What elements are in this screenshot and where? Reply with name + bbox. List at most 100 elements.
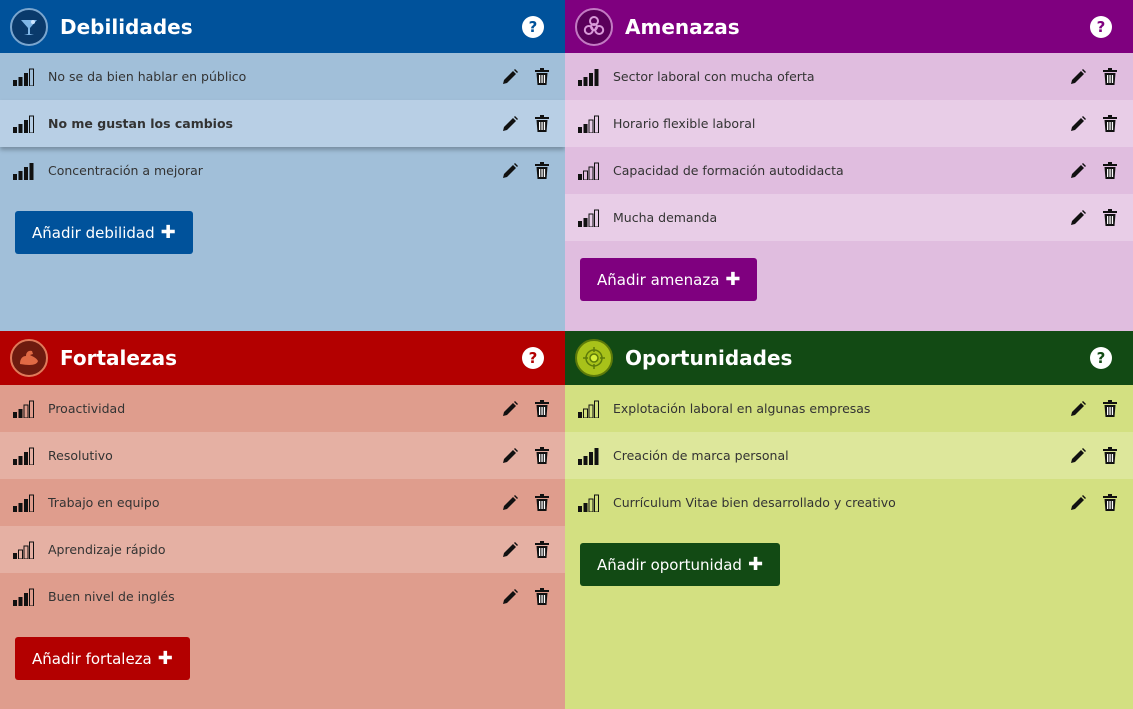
panel-title: Amenazas (625, 14, 740, 39)
list-item: No me gustan los cambios (0, 100, 565, 147)
pencil-icon[interactable] (1069, 209, 1087, 227)
biohazard-icon (575, 7, 613, 46)
trash-icon[interactable] (1102, 161, 1118, 180)
cocktail-glass-icon (10, 7, 48, 46)
pencil-icon[interactable] (1069, 447, 1087, 465)
add-amenaza-button[interactable]: Añadir amenaza ✚ (580, 258, 758, 301)
trash-icon[interactable] (1102, 446, 1118, 465)
list-item: Sector laboral con mucha oferta (565, 53, 1133, 100)
swot-grid: Debilidades ? No se da bien hablar en pú… (0, 0, 1133, 709)
help-icon[interactable]: ? (522, 15, 544, 38)
oportunidades-header: Oportunidades ? (565, 331, 1133, 385)
pencil-icon[interactable] (1069, 115, 1087, 133)
trash-icon[interactable] (534, 399, 550, 418)
list-item: Trabajo en equipo (0, 479, 565, 526)
trash-icon[interactable] (1102, 493, 1118, 512)
signal-bars-icon (13, 68, 34, 86)
signal-bars-icon (13, 494, 34, 512)
item-label: Resolutivo (48, 448, 113, 463)
signal-bars-icon (578, 162, 599, 180)
pencil-icon[interactable] (501, 162, 519, 180)
trash-icon[interactable] (534, 493, 550, 512)
pencil-icon[interactable] (501, 541, 519, 559)
trash-icon[interactable] (1102, 67, 1118, 86)
item-label: No se da bien hablar en público (48, 69, 247, 84)
amenazas-header: Amenazas ? (565, 0, 1133, 53)
list-item: Creación de marca personal (565, 432, 1133, 479)
signal-bars-icon (578, 494, 599, 512)
item-label: Aprendizaje rápido (48, 542, 166, 557)
trash-icon[interactable] (534, 114, 550, 133)
trash-icon[interactable] (534, 446, 550, 465)
pencil-icon[interactable] (501, 588, 519, 606)
pencil-icon[interactable] (1069, 494, 1087, 512)
item-list: Sector laboral con mucha oferta Horario … (565, 53, 1133, 241)
item-label: Capacidad de formación autodidacta (613, 163, 844, 178)
trash-icon[interactable] (534, 540, 550, 559)
pencil-icon[interactable] (1069, 68, 1087, 86)
signal-bars-icon (578, 447, 599, 465)
trash-icon[interactable] (1102, 114, 1118, 133)
trash-icon[interactable] (1102, 208, 1118, 227)
signal-bars-icon (13, 447, 34, 465)
panel-title: Fortalezas (60, 346, 177, 370)
trash-icon[interactable] (534, 67, 550, 86)
signal-bars-icon (13, 541, 34, 559)
panel-title: Debilidades (60, 14, 193, 39)
pencil-icon[interactable] (501, 494, 519, 512)
item-label: Explotación laboral en algunas empresas (613, 401, 871, 416)
help-icon[interactable]: ? (1090, 15, 1112, 38)
trash-icon[interactable] (534, 587, 550, 606)
signal-bars-icon (578, 400, 599, 418)
signal-bars-icon (578, 68, 599, 86)
pencil-icon[interactable] (501, 68, 519, 86)
help-icon[interactable]: ? (522, 347, 544, 369)
item-label: Horario flexible laboral (613, 116, 756, 131)
pencil-icon[interactable] (1069, 162, 1087, 180)
plus-icon: ✚ (160, 222, 176, 243)
list-item: Currículum Vitae bien desarrollado y cre… (565, 479, 1133, 526)
panel-title: Oportunidades (625, 346, 793, 370)
pencil-icon[interactable] (501, 447, 519, 465)
item-list: No se da bien hablar en público No me gu… (0, 53, 565, 194)
flexed-arm-icon (10, 339, 48, 377)
fortalezas-header: Fortalezas ? (0, 331, 565, 385)
add-fortaleza-button[interactable]: Añadir fortaleza ✚ (15, 637, 190, 680)
list-item: Capacidad de formación autodidacta (565, 147, 1133, 194)
debilidades-panel: Debilidades ? No se da bien hablar en pú… (0, 0, 565, 331)
plus-icon: ✚ (747, 554, 764, 575)
list-item: Resolutivo (0, 432, 565, 479)
debilidades-header: Debilidades ? (0, 0, 565, 53)
item-label: Proactividad (48, 401, 126, 416)
signal-bars-icon (578, 115, 599, 133)
item-label: Buen nivel de inglés (48, 589, 175, 604)
list-item: Mucha demanda (565, 194, 1133, 241)
target-icon (575, 339, 613, 377)
amenazas-panel: Amenazas ? Sector laboral con mucha ofer… (565, 0, 1133, 331)
signal-bars-icon (13, 588, 34, 606)
button-label: Añadir oportunidad (597, 555, 742, 574)
help-icon[interactable]: ? (1090, 347, 1112, 369)
list-item: Aprendizaje rápido (0, 526, 565, 573)
trash-icon[interactable] (534, 161, 550, 180)
item-label: Mucha demanda (613, 210, 718, 225)
item-label: Trabajo en equipo (48, 495, 160, 510)
oportunidades-panel: Oportunidades ? Explotación laboral en a… (565, 331, 1133, 709)
item-label: Concentración a mejorar (48, 163, 203, 178)
list-item: No se da bien hablar en público (0, 53, 565, 100)
add-debilidad-button[interactable]: Añadir debilidad ✚ (15, 211, 193, 254)
pencil-icon[interactable] (1069, 400, 1087, 418)
trash-icon[interactable] (1102, 399, 1118, 418)
list-item: Buen nivel de inglés (0, 573, 565, 620)
signal-bars-icon (578, 209, 599, 227)
list-item: Explotación laboral en algunas empresas (565, 385, 1133, 432)
button-label: Añadir debilidad (32, 223, 155, 242)
add-oportunidad-button[interactable]: Añadir oportunidad ✚ (580, 543, 781, 586)
item-list: Explotación laboral en algunas empresas … (565, 385, 1133, 526)
button-label: Añadir fortaleza (32, 649, 152, 668)
button-label: Añadir amenaza (597, 270, 720, 289)
list-item: Proactividad (0, 385, 565, 432)
pencil-icon[interactable] (501, 400, 519, 418)
pencil-icon[interactable] (501, 115, 519, 133)
plus-icon: ✚ (157, 648, 173, 669)
